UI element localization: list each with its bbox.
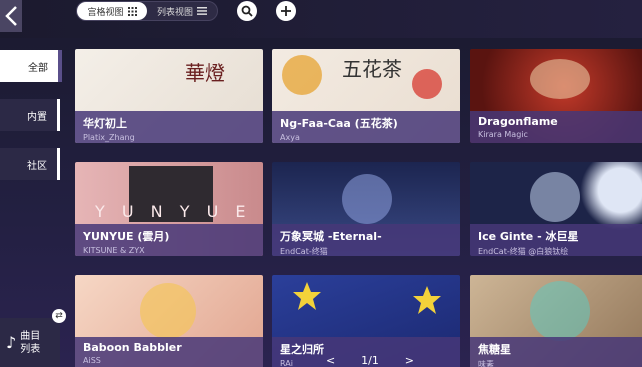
song-artist: 味素 [478, 360, 494, 367]
star-decoration [413, 286, 441, 314]
song-card[interactable]: 華燈 华灯初上 Platix_Zhang [75, 49, 263, 143]
song-list-label-1: 曲目 [20, 330, 41, 342]
song-artist: AiSS [83, 356, 101, 365]
song-artist: EndCat-终猫 [280, 247, 328, 256]
song-card[interactable]: 焦糖星 味素 [470, 275, 642, 367]
song-info: YUNYUE (雲月) KITSUNE & ZYX [75, 224, 263, 256]
song-card[interactable]: Ice Ginte - 冰巨星 EndCat-终猫 @白狼钛绘 [470, 162, 642, 256]
cover-calligraphy: 五花茶 [342, 57, 402, 81]
song-list-label-2: 列表 [20, 343, 41, 355]
tab-community[interactable]: 社区 [0, 148, 60, 180]
character-figure [530, 172, 580, 222]
page-indicator: 1/1 [361, 354, 379, 367]
list-view-label: 列表视图 [156, 7, 193, 18]
song-title: Dragonflame [478, 115, 558, 128]
song-info: Dragonflame Kirara Magic [470, 111, 642, 143]
tab-builtin[interactable]: 内置 [0, 99, 60, 131]
song-info: 焦糖星 味素 [470, 337, 642, 367]
tab-builtin-label: 内置 [27, 111, 47, 123]
song-title: Baboon Babbler [83, 341, 182, 354]
pagination: < 1/1 > [326, 354, 414, 367]
song-info: 万象冥城 -Eternal- EndCat-终猫 [272, 224, 460, 256]
cover-calligraphy: 華燈 [185, 61, 225, 85]
song-artist: Axya [280, 133, 300, 142]
song-title: YUNYUE (雲月) [83, 230, 170, 243]
tab-community-label: 社区 [27, 160, 47, 172]
grid-view-button[interactable]: 宫格视图 [77, 2, 147, 20]
song-title: 万象冥城 -Eternal- [280, 230, 382, 243]
plus-icon [281, 6, 291, 16]
song-info: 华灯初上 Platix_Zhang [75, 111, 263, 143]
song-artist: Kirara Magic [478, 130, 528, 139]
song-artist: KITSUNE & ZYX [83, 246, 145, 255]
song-info: Ice Ginte - 冰巨星 EndCat-终猫 @白狼钛绘 [470, 224, 642, 256]
tab-all[interactable]: 全部 [0, 50, 62, 82]
song-title: 焦糖星 [478, 343, 511, 356]
chevron-left-icon [5, 6, 17, 26]
search-button[interactable] [237, 1, 257, 21]
swap-icon: ⇄ [55, 311, 63, 321]
view-toggle: 宫格视图 列表视图 [76, 1, 218, 21]
song-artist: EndCat-终猫 @白狼钛绘 [478, 247, 569, 256]
list-view-button[interactable]: 列表视图 [147, 2, 217, 20]
back-button[interactable] [0, 0, 22, 32]
next-page-button[interactable]: > [405, 354, 414, 367]
flower-decoration [412, 69, 442, 99]
swap-button[interactable]: ⇄ [52, 309, 66, 323]
flower-decoration [282, 55, 322, 95]
grid-view-label: 宫格视图 [87, 7, 124, 18]
prev-page-button[interactable]: < [326, 354, 335, 367]
character-figure [140, 283, 196, 339]
character-figure [342, 174, 392, 224]
song-info: Ng-Faa-Caa (五花茶) Axya [272, 111, 460, 143]
cover-text: Y U N Y U E [95, 202, 252, 221]
song-card[interactable]: 万象冥城 -Eternal- EndCat-终猫 [272, 162, 460, 256]
song-info: Baboon Babbler AiSS [75, 337, 263, 367]
dragon-figure [530, 59, 590, 99]
star-decoration [293, 282, 321, 310]
song-list-button[interactable]: ♪ 曲目 列表 [0, 318, 60, 367]
song-artist: Platix_Zhang [83, 133, 135, 142]
add-button[interactable] [276, 1, 296, 21]
song-title: 华灯初上 [83, 117, 127, 130]
search-icon [241, 5, 253, 17]
character-figure [530, 281, 590, 341]
grid-icon [127, 6, 137, 16]
tab-all-label: 全部 [28, 62, 48, 74]
song-card[interactable]: Y U N Y U E YUNYUE (雲月) KITSUNE & ZYX [75, 162, 263, 256]
music-note-icon: ♪ [6, 333, 17, 352]
list-icon [197, 7, 207, 15]
song-card[interactable]: Dragonflame Kirara Magic [470, 49, 642, 143]
song-title: Ice Ginte - 冰巨星 [478, 230, 579, 243]
song-title: Ng-Faa-Caa (五花茶) [280, 117, 398, 130]
song-card[interactable]: 五花茶 Ng-Faa-Caa (五花茶) Axya [272, 49, 460, 143]
song-card[interactable]: Baboon Babbler AiSS [75, 275, 263, 367]
